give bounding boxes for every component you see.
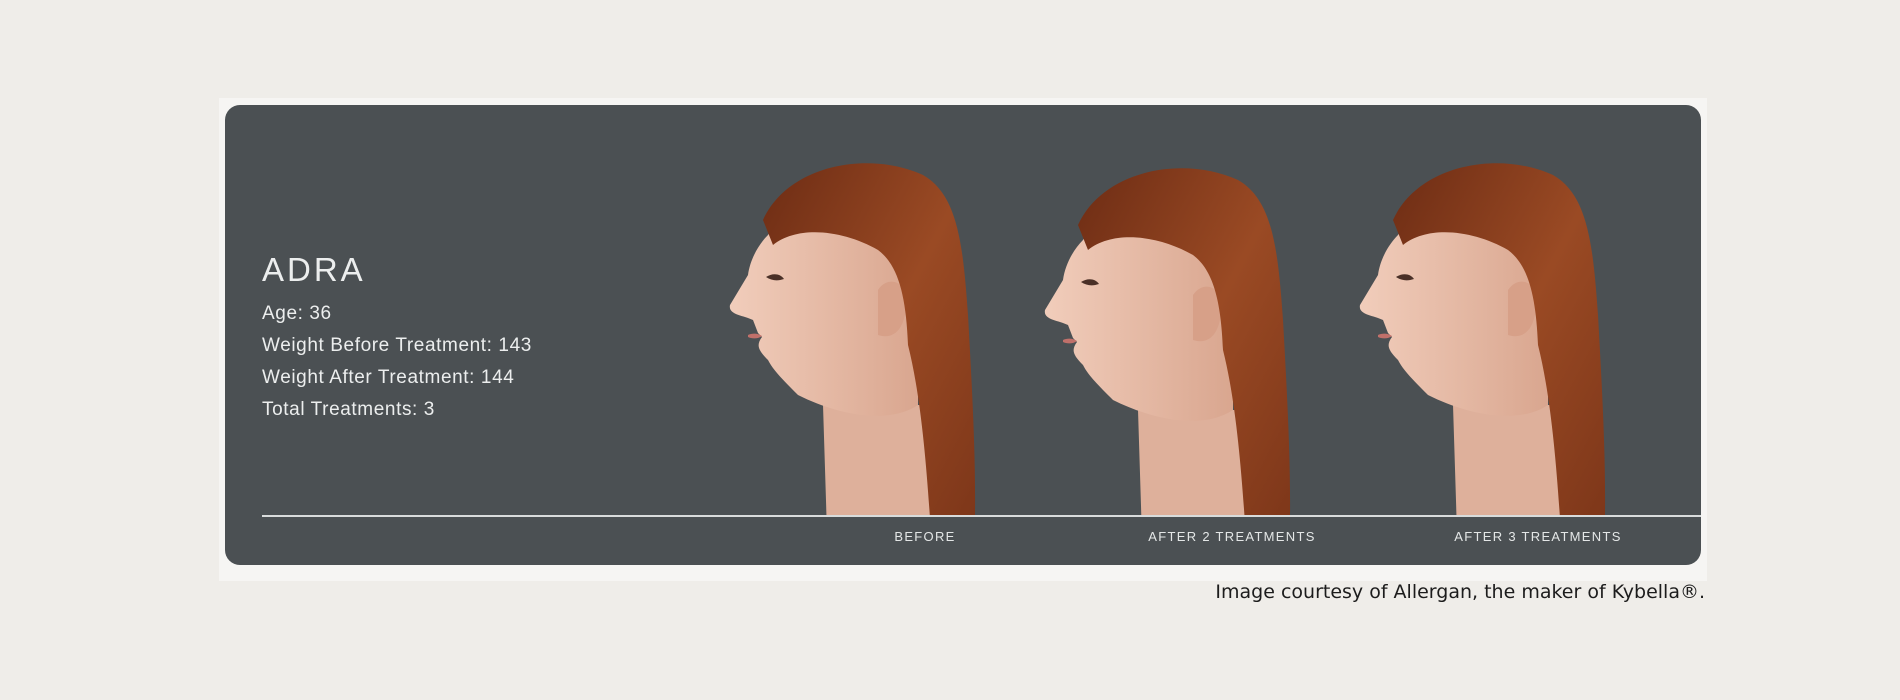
weight-before: Weight Before Treatment: 143 bbox=[262, 335, 532, 356]
caption-before: BEFORE bbox=[894, 529, 956, 544]
patient-name: ADRA bbox=[262, 251, 366, 288]
total-treatments: Total Treatments: 3 bbox=[262, 399, 435, 420]
after-3-photo-icon bbox=[1359, 163, 1606, 565]
before-after-card: ADRA Age: 36 Weight Before Treatment: 14… bbox=[225, 105, 1701, 565]
patient-age: Age: 36 bbox=[262, 303, 332, 324]
caption-after-2: AFTER 2 TREATMENTS bbox=[1148, 529, 1316, 544]
after-2-photo-icon bbox=[1044, 168, 1291, 565]
photo-strip bbox=[728, 105, 1701, 565]
profile-photos bbox=[729, 163, 1606, 565]
weight-after: Weight After Treatment: 144 bbox=[262, 367, 515, 388]
image-credit: Image courtesy of Allergan, the maker of… bbox=[1215, 581, 1705, 603]
before-photo-icon bbox=[729, 163, 976, 565]
divider-line bbox=[262, 515, 1701, 517]
caption-after-3: AFTER 3 TREATMENTS bbox=[1454, 529, 1622, 544]
patient-info: ADRA Age: 36 Weight Before Treatment: 14… bbox=[262, 251, 532, 431]
